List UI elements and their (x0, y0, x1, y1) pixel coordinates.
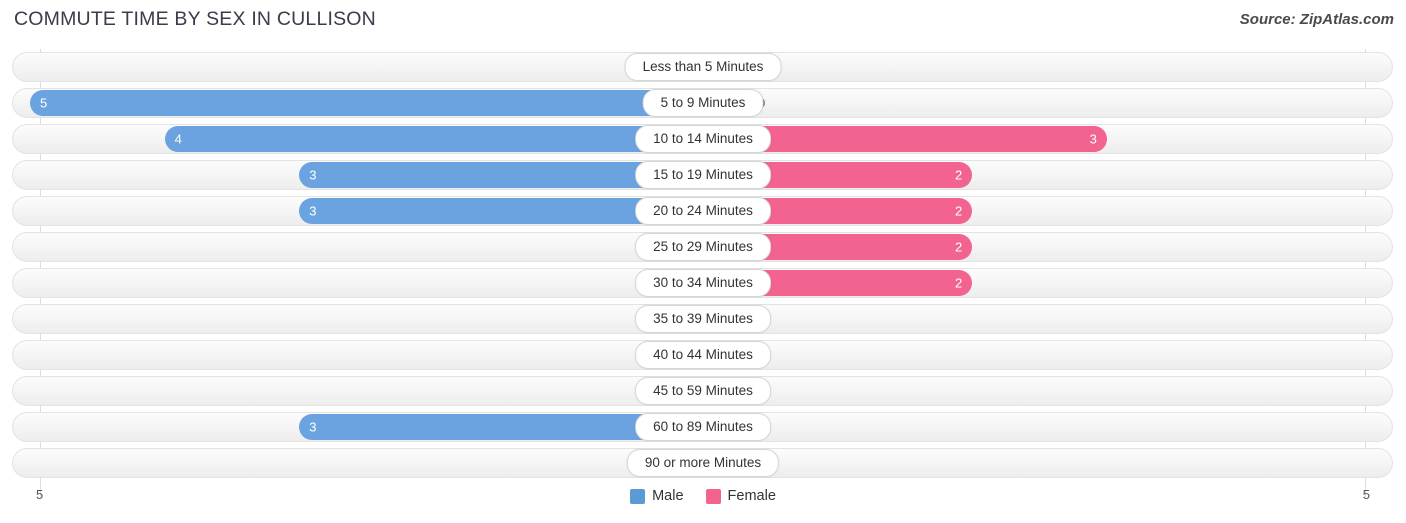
female-bar-value: 2 (954, 167, 963, 183)
female-bar-value: 3 (1089, 131, 1097, 147)
male-bar-value: 3 (309, 419, 317, 435)
table-row: 3060 to 89 Minutes (0, 412, 1406, 442)
table-row: 505 to 9 Minutes (0, 88, 1406, 118)
table-row: 3 2 20 to 24 Minutes (0, 196, 1406, 226)
category-label: 10 to 14 Minutes (635, 125, 771, 153)
chart-legend: Male Female (0, 488, 1406, 504)
legend-item-female[interactable]: Female (705, 488, 776, 504)
category-label: Less than 5 Minutes (624, 53, 782, 81)
category-label: 60 to 89 Minutes (635, 413, 771, 441)
table-row: 4 3 10 to 14 Minutes (0, 124, 1406, 154)
table-row: 0090 or more Minutes (0, 448, 1406, 478)
category-label: 30 to 34 Minutes (635, 269, 771, 297)
chart-plot-area: 00Less than 5 Minutes 505 to 9 Minutes 4 3 1… (0, 49, 1406, 497)
table-row: 3 2 15 to 19 Minutes (0, 160, 1406, 190)
male-bar-value: 4 (174, 131, 182, 147)
chart-header: COMMUTE TIME BY SEX IN CULLISON Source: … (0, 0, 1406, 44)
legend-item-male[interactable]: Male (630, 488, 684, 504)
table-row: 0040 to 44 Minutes (0, 340, 1406, 370)
bar-rows: 00Less than 5 Minutes 505 to 9 Minutes 4 3 1… (0, 49, 1406, 481)
category-label: 45 to 59 Minutes (635, 377, 771, 405)
table-row: 0045 to 59 Minutes (0, 376, 1406, 406)
table-row: 00Less than 5 Minutes (0, 52, 1406, 82)
legend-swatch-icon (630, 488, 646, 504)
legend-label: Male (652, 488, 684, 504)
category-label: 25 to 29 Minutes (635, 233, 771, 261)
male-bar[interactable]: 4 (164, 126, 703, 152)
chart-footer: 5 5 Male Female (0, 485, 1406, 523)
male-bar-value: 3 (309, 167, 317, 183)
table-row: 0035 to 39 Minutes (0, 304, 1406, 334)
source-attribution: Source: ZipAtlas.com (1239, 11, 1394, 28)
legend-swatch-icon (705, 488, 721, 504)
female-bar-value: 2 (954, 275, 963, 291)
table-row: 2025 to 29 Minutes (0, 232, 1406, 262)
category-label: 35 to 39 Minutes (635, 305, 771, 333)
female-bar-value: 2 (954, 239, 963, 255)
category-label: 5 to 9 Minutes (642, 89, 764, 117)
male-bar-value: 5 (40, 95, 48, 111)
category-label: 20 to 24 Minutes (635, 197, 771, 225)
female-bar-value: 2 (954, 203, 963, 219)
category-label: 15 to 19 Minutes (635, 161, 771, 189)
page-title: COMMUTE TIME BY SEX IN CULLISON (14, 8, 376, 30)
table-row: 2030 to 34 Minutes (0, 268, 1406, 298)
male-bar[interactable]: 5 (30, 90, 703, 116)
legend-label: Female (727, 488, 776, 504)
category-label: 90 or more Minutes (626, 449, 780, 477)
category-label: 40 to 44 Minutes (635, 341, 771, 369)
male-bar-value: 3 (309, 203, 317, 219)
